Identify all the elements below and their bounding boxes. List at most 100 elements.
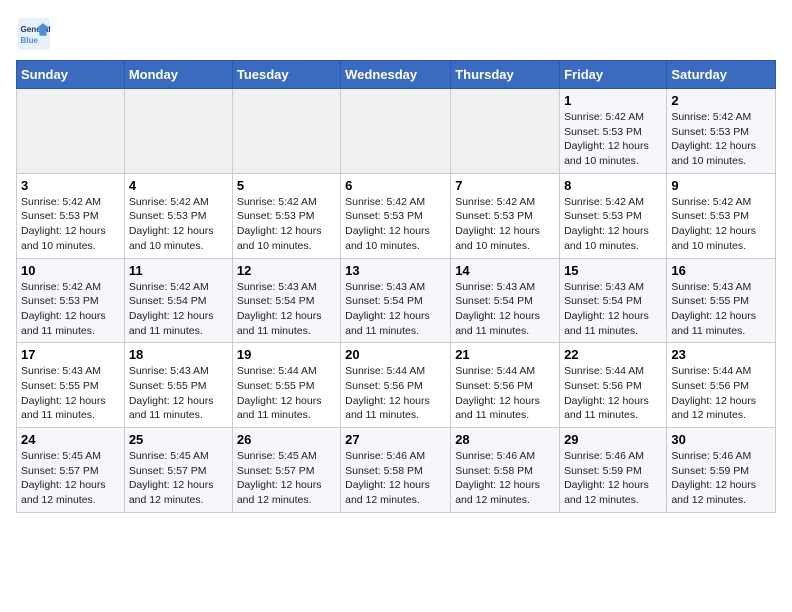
day-number: 19 (237, 347, 336, 362)
day-number: 16 (671, 263, 771, 278)
day-number: 9 (671, 178, 771, 193)
day-info: Sunrise: 5:43 AMSunset: 5:55 PMDaylight:… (671, 280, 771, 339)
day-info: Sunrise: 5:43 AMSunset: 5:54 PMDaylight:… (345, 280, 446, 339)
calendar-day-cell: 29 Sunrise: 5:46 AMSunset: 5:59 PMDayligh… (560, 428, 667, 513)
calendar-day-cell: 26 Sunrise: 5:45 AMSunset: 5:57 PMDayligh… (232, 428, 340, 513)
calendar-day-cell: 3Sunrise: 5:42 AMSunset: 5:53 PMDaylight… (17, 173, 125, 258)
day-info: Sunrise: 5:43 AMSunset: 5:54 PMDaylight:… (564, 280, 662, 339)
day-number: 28 (455, 432, 555, 447)
day-info: Sunrise: 5:46 AMSunset: 5:58 PMDaylight:… (455, 449, 555, 508)
calendar-day-cell: 18 Sunrise: 5:43 AMSunset: 5:55 PMDayligh… (124, 343, 232, 428)
day-number: 21 (455, 347, 555, 362)
calendar-day-cell: 30 Sunrise: 5:46 AMSunset: 5:59 PMDayligh… (667, 428, 776, 513)
calendar-day-cell: 11 Sunrise: 5:42 AMSunset: 5:54 PMDayligh… (124, 258, 232, 343)
day-info: Sunrise: 5:43 AMSunset: 5:55 PMDaylight:… (21, 364, 120, 423)
weekday-header: Friday (560, 61, 667, 89)
calendar-day-cell: 4Sunrise: 5:42 AMSunset: 5:53 PMDaylight… (124, 173, 232, 258)
day-info: Sunrise: 5:42 AMSunset: 5:53 PMDaylight:… (237, 195, 336, 254)
weekday-header: Tuesday (232, 61, 340, 89)
calendar-day-cell: 14 Sunrise: 5:43 AMSunset: 5:54 PMDayligh… (451, 258, 560, 343)
day-info: Sunrise: 5:42 AMSunset: 5:53 PMDaylight:… (21, 280, 120, 339)
day-info: Sunrise: 5:46 AMSunset: 5:59 PMDaylight:… (564, 449, 662, 508)
calendar-day-cell: 1Sunrise: 5:42 AMSunset: 5:53 PMDaylight… (560, 89, 667, 174)
day-number: 2 (671, 93, 771, 108)
calendar-day-cell: 9 Sunrise: 5:42 AMSunset: 5:53 PMDaylight… (667, 173, 776, 258)
day-info: Sunrise: 5:43 AMSunset: 5:55 PMDaylight:… (129, 364, 228, 423)
calendar-day-cell: 23Sunrise: 5:44 AMSunset: 5:56 PMDayligh… (667, 343, 776, 428)
calendar-day-cell: 16 Sunrise: 5:43 AMSunset: 5:55 PMDayligh… (667, 258, 776, 343)
day-number: 20 (345, 347, 446, 362)
calendar-day-cell (124, 89, 232, 174)
calendar-day-cell: 13 Sunrise: 5:43 AMSunset: 5:54 PMDayligh… (341, 258, 451, 343)
calendar-day-cell: 22Sunrise: 5:44 AMSunset: 5:56 PMDayligh… (560, 343, 667, 428)
calendar-header-row: SundayMondayTuesdayWednesdayThursdayFrid… (17, 61, 776, 89)
calendar-day-cell: 7 Sunrise: 5:42 AMSunset: 5:53 PMDaylight… (451, 173, 560, 258)
calendar-day-cell: 28 Sunrise: 5:46 AMSunset: 5:58 PMDayligh… (451, 428, 560, 513)
calendar-day-cell (451, 89, 560, 174)
day-number: 10 (21, 263, 120, 278)
calendar-day-cell: 19 Sunrise: 5:44 AMSunset: 5:55 PMDayligh… (232, 343, 340, 428)
calendar-day-cell: 24 Sunrise: 5:45 AMSunset: 5:57 PMDayligh… (17, 428, 125, 513)
weekday-header: Wednesday (341, 61, 451, 89)
day-info: Sunrise: 5:44 AMSunset: 5:56 PMDaylight:… (455, 364, 555, 423)
calendar-day-cell: 27 Sunrise: 5:46 AMSunset: 5:58 PMDayligh… (341, 428, 451, 513)
day-info: Sunrise: 5:42 AMSunset: 5:53 PMDaylight:… (455, 195, 555, 254)
calendar-day-cell: 15 Sunrise: 5:43 AMSunset: 5:54 PMDayligh… (560, 258, 667, 343)
weekday-header: Monday (124, 61, 232, 89)
calendar-week-row: 24 Sunrise: 5:45 AMSunset: 5:57 PMDayligh… (17, 428, 776, 513)
calendar-day-cell: 8 Sunrise: 5:42 AMSunset: 5:53 PMDaylight… (560, 173, 667, 258)
day-number: 24 (21, 432, 120, 447)
calendar-day-cell: 2Sunrise: 5:42 AMSunset: 5:53 PMDaylight… (667, 89, 776, 174)
calendar-day-cell: 5 Sunrise: 5:42 AMSunset: 5:53 PMDaylight… (232, 173, 340, 258)
day-info: Sunrise: 5:44 AMSunset: 5:56 PMDaylight:… (345, 364, 446, 423)
calendar-day-cell: 12Sunrise: 5:43 AMSunset: 5:54 PMDayligh… (232, 258, 340, 343)
day-info: Sunrise: 5:46 AMSunset: 5:58 PMDaylight:… (345, 449, 446, 508)
day-info: Sunrise: 5:42 AMSunset: 5:53 PMDaylight:… (671, 195, 771, 254)
calendar-day-cell (232, 89, 340, 174)
calendar-week-row: 10 Sunrise: 5:42 AMSunset: 5:53 PMDayligh… (17, 258, 776, 343)
weekday-header: Sunday (17, 61, 125, 89)
day-info: Sunrise: 5:42 AMSunset: 5:53 PMDaylight:… (345, 195, 446, 254)
calendar-day-cell: 25Sunrise: 5:45 AMSunset: 5:57 PMDayligh… (124, 428, 232, 513)
day-info: Sunrise: 5:42 AMSunset: 5:53 PMDaylight:… (564, 195, 662, 254)
day-number: 13 (345, 263, 446, 278)
logo-icon: General Blue (16, 16, 52, 52)
logo: General Blue (16, 16, 56, 52)
day-number: 3 (21, 178, 120, 193)
calendar-day-cell: 6 Sunrise: 5:42 AMSunset: 5:53 PMDaylight… (341, 173, 451, 258)
page-header: General Blue (16, 16, 776, 52)
day-number: 27 (345, 432, 446, 447)
day-info: Sunrise: 5:42 AMSunset: 5:54 PMDaylight:… (129, 280, 228, 339)
day-number: 30 (671, 432, 771, 447)
day-info: Sunrise: 5:44 AMSunset: 5:55 PMDaylight:… (237, 364, 336, 423)
day-info: Sunrise: 5:46 AMSunset: 5:59 PMDaylight:… (671, 449, 771, 508)
day-number: 29 (564, 432, 662, 447)
day-number: 14 (455, 263, 555, 278)
svg-text:Blue: Blue (21, 36, 39, 45)
day-info: Sunrise: 5:43 AMSunset: 5:54 PMDaylight:… (455, 280, 555, 339)
day-number: 1 (564, 93, 662, 108)
day-number: 7 (455, 178, 555, 193)
day-info: Sunrise: 5:45 AMSunset: 5:57 PMDaylight:… (237, 449, 336, 508)
day-info: Sunrise: 5:45 AMSunset: 5:57 PMDaylight:… (21, 449, 120, 508)
calendar-week-row: 3 Sunrise: 5:42 AMSunset: 5:53 PMDaylight… (17, 173, 776, 258)
weekday-header: Saturday (667, 61, 776, 89)
day-number: 5 (237, 178, 336, 193)
day-number: 6 (345, 178, 446, 193)
calendar-day-cell (341, 89, 451, 174)
day-info: Sunrise: 5:44 AMSunset: 5:56 PMDaylight:… (671, 364, 771, 423)
weekday-header: Thursday (451, 61, 560, 89)
calendar-week-row: 1Sunrise: 5:42 AMSunset: 5:53 PMDaylight… (17, 89, 776, 174)
day-number: 26 (237, 432, 336, 447)
calendar-table: SundayMondayTuesdayWednesdayThursdayFrid… (16, 60, 776, 513)
day-number: 17 (21, 347, 120, 362)
day-number: 18 (129, 347, 228, 362)
calendar-day-cell: 21 Sunrise: 5:44 AMSunset: 5:56 PMDayligh… (451, 343, 560, 428)
day-number: 15 (564, 263, 662, 278)
day-number: 11 (129, 263, 228, 278)
day-number: 4 (129, 178, 228, 193)
day-number: 22 (564, 347, 662, 362)
calendar-day-cell (17, 89, 125, 174)
day-number: 12 (237, 263, 336, 278)
day-number: 8 (564, 178, 662, 193)
